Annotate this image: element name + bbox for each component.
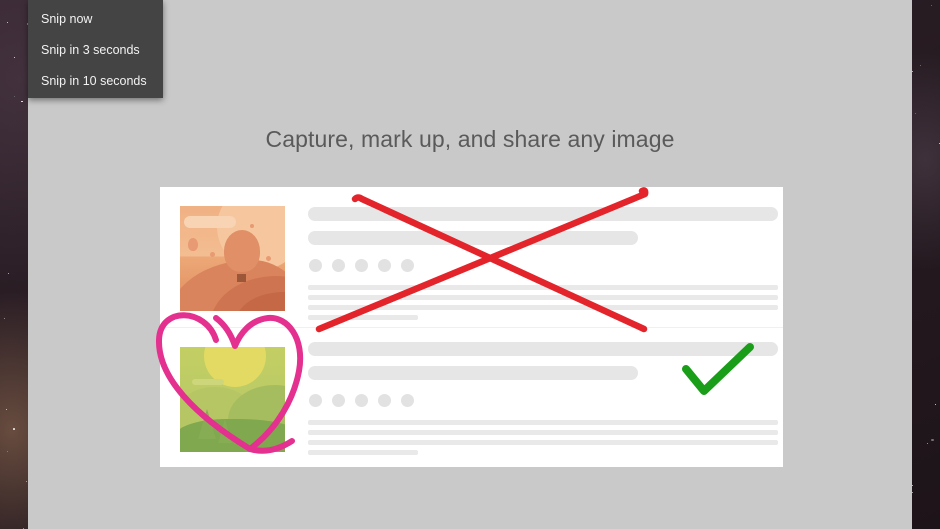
menu-item-snip-10-seconds[interactable]: Snip in 10 seconds [41,74,147,88]
body-line [308,420,778,425]
meta-dot [401,259,414,272]
meta-dot [332,259,345,272]
article-thumbnail-landscape [180,347,285,452]
body-line [308,450,418,455]
meta-dot [355,259,368,272]
article-thumbnail-balloon [180,206,285,311]
meta-dot [332,394,345,407]
headline-bar [308,342,778,356]
menu-item-snip-now[interactable]: Snip now [41,12,92,26]
headline-bar [308,366,638,380]
meta-dot [309,394,322,407]
menu-item-snip-3-seconds[interactable]: Snip in 3 seconds [41,43,140,57]
meta-dot [309,259,322,272]
headline-bar [308,207,778,221]
meta-dot [401,394,414,407]
body-line [308,440,778,445]
list-item[interactable] [160,328,783,467]
body-line [308,295,778,300]
body-line [308,285,778,290]
preview-card [160,187,783,467]
meta-dot [378,394,391,407]
snip-flyout-menu[interactable]: Snip now Snip in 3 seconds Snip in 10 se… [28,0,163,98]
body-line [308,315,418,320]
body-line [308,305,778,310]
desktop-root: Capture, mark up, and share any image Sn… [0,0,940,529]
body-line [308,430,778,435]
meta-dot [378,259,391,272]
meta-dot [355,394,368,407]
headline-bar [308,231,638,245]
page-title: Capture, mark up, and share any image [265,126,675,152]
list-item[interactable] [160,187,783,327]
